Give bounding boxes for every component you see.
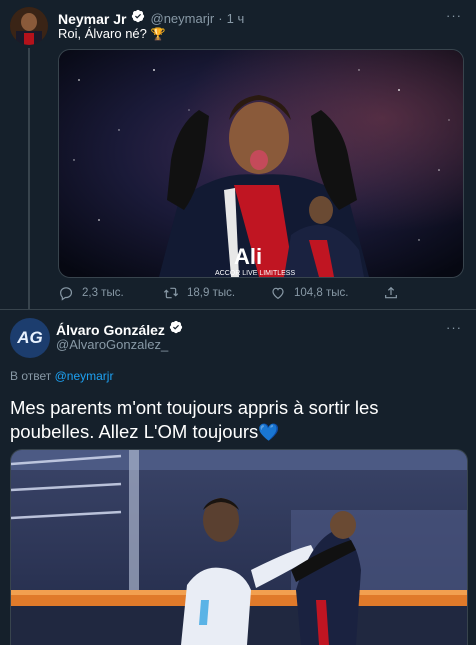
tweet-text-line-2: poubelles. Allez L'OM toujours [10, 421, 259, 442]
like-count: 104,8 тыс. [294, 287, 349, 299]
alvaro-handle[interactable]: @AlvaroGonzalez_ [56, 337, 168, 352]
tweet-image[interactable]: Ali ACCOR LIVE LIMITLESS [58, 49, 464, 278]
like-button[interactable]: 104,8 тыс. [270, 285, 348, 301]
reply-count: 2,3 тыс. [82, 287, 124, 299]
reply-icon [60, 287, 73, 301]
tweet-text: Roi, Álvaro né? [58, 26, 147, 41]
neymar-avatar[interactable] [10, 7, 48, 45]
alvaro-display-name[interactable]: Álvaro González [56, 322, 165, 338]
reply-to-mention[interactable]: @neymarjr [55, 369, 114, 383]
blue-heart-emoji: 💙 [258, 423, 280, 442]
more-options-icon[interactable]: ··· [446, 8, 462, 23]
tweet-text-line-1: Mes parents m'ont toujours appris à sort… [10, 397, 379, 418]
retweet-count: 18,9 тыс. [187, 287, 236, 299]
tweet-text: Mes parents m'ont toujours appris à sort… [10, 396, 470, 445]
avatar-initials: AG [17, 328, 43, 347]
neymar-display-name[interactable]: Neymar Jr [58, 11, 127, 27]
retweet-icon [163, 287, 179, 299]
verified-badge-icon [169, 320, 183, 339]
share-icon [385, 286, 397, 299]
retweet-button[interactable]: 18,9 тыс. [163, 285, 235, 301]
separator-dot: · [218, 11, 223, 26]
trophy-emoji: 🏆 [150, 27, 166, 41]
tweet-divider [0, 309, 476, 310]
image-sponsor-subtext: ACCOR LIVE LIMITLESS [215, 270, 295, 277]
reply-button[interactable]: 2,3 тыс. [58, 285, 124, 301]
neymar-handle[interactable]: @neymarjr [151, 11, 215, 26]
tweet-media[interactable] [10, 449, 468, 645]
share-button[interactable] [383, 285, 399, 301]
heart-icon [272, 287, 284, 300]
tweet-time[interactable]: 1 ч [227, 11, 245, 26]
image-sponsor-text: Ali [234, 244, 262, 269]
alvaro-avatar[interactable]: AG [10, 318, 50, 358]
thread-line [28, 48, 30, 310]
reply-prefix: В ответ [10, 369, 52, 383]
more-options-icon[interactable]: ··· [446, 320, 462, 335]
